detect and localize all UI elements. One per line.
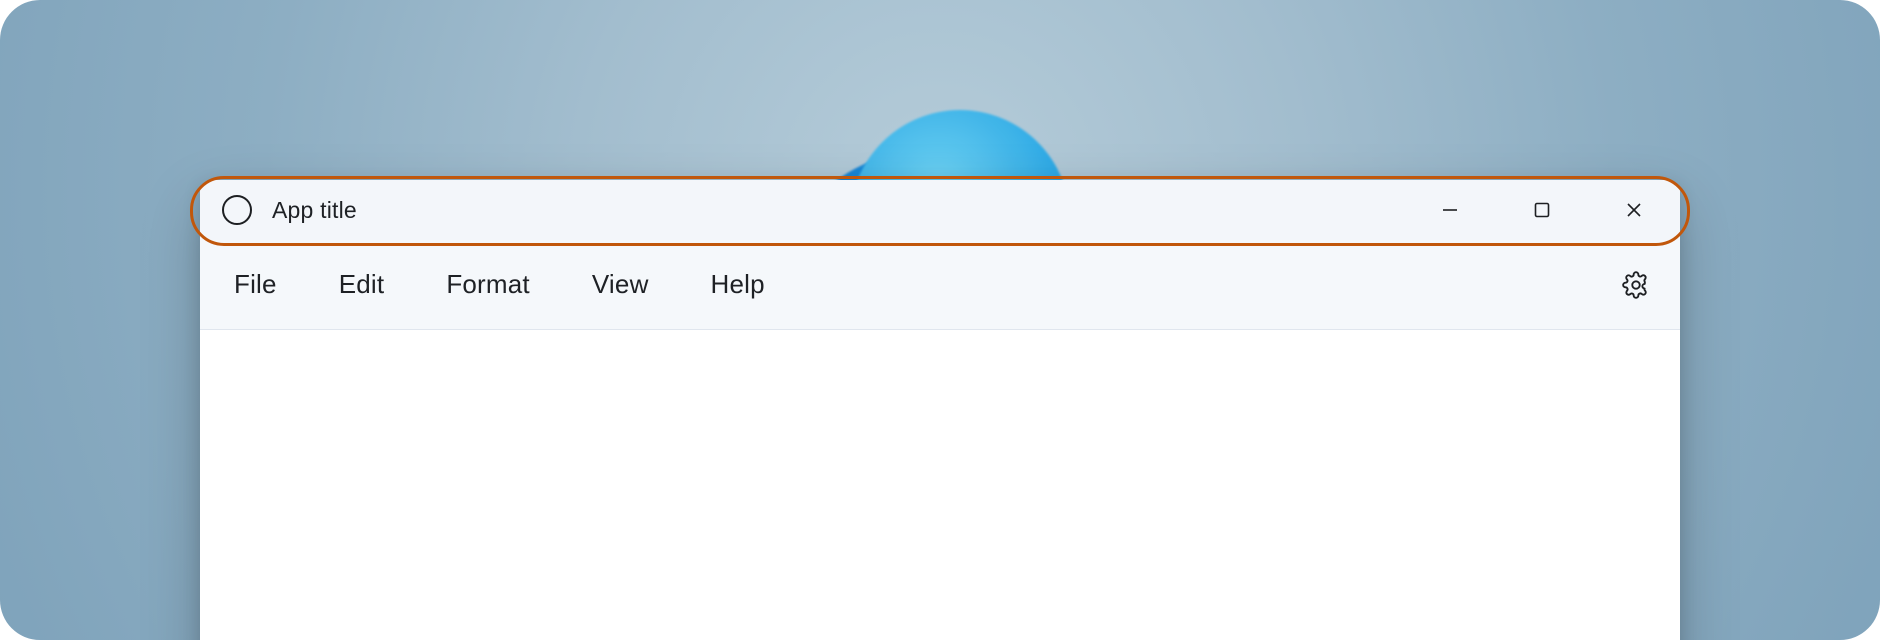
app-window: App title — [200, 180, 1680, 640]
menu-item-view[interactable]: View — [592, 269, 649, 300]
title-bar[interactable]: App title — [200, 180, 1680, 240]
menu-bar: File Edit Format View Help — [200, 240, 1680, 330]
menu-item-file[interactable]: File — [234, 269, 277, 300]
minimize-button[interactable] — [1404, 180, 1496, 240]
menu-item-edit[interactable]: Edit — [339, 269, 385, 300]
desktop-background: App title — [0, 0, 1880, 640]
menu-item-help[interactable]: Help — [711, 269, 765, 300]
content-area — [200, 330, 1680, 640]
maximize-button[interactable] — [1496, 180, 1588, 240]
caption-controls — [1404, 180, 1680, 240]
gear-icon — [1622, 271, 1650, 299]
window-title: App title — [272, 197, 357, 224]
settings-button[interactable] — [1622, 271, 1650, 299]
minimize-icon — [1441, 201, 1459, 219]
circle-icon — [222, 195, 252, 225]
close-button[interactable] — [1588, 180, 1680, 240]
menu-item-format[interactable]: Format — [446, 269, 530, 300]
close-icon — [1625, 201, 1643, 219]
maximize-icon — [1533, 201, 1551, 219]
